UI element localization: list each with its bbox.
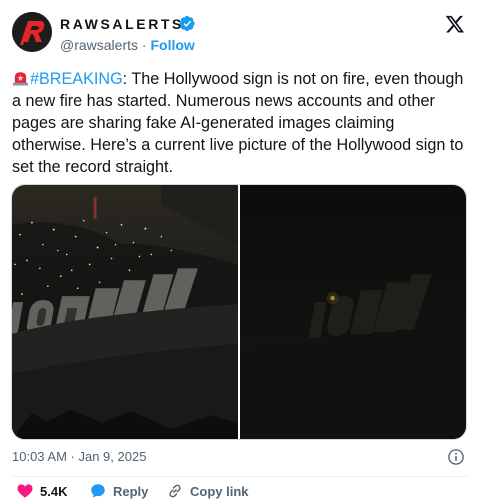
hollywood-sign-photo-fake[interactable] bbox=[12, 185, 238, 439]
verified-badge-icon bbox=[179, 15, 195, 32]
tweet-header: RAWSALERTS @rawsalerts · Follow bbox=[0, 0, 480, 70]
separator-dot: · bbox=[141, 37, 147, 53]
reply-label: Reply bbox=[113, 483, 149, 499]
rawsalerts-logo-icon bbox=[12, 12, 52, 52]
reply-button[interactable]: Reply bbox=[89, 482, 148, 500]
handle-row: @rawsalerts · Follow bbox=[60, 37, 195, 53]
timestamp[interactable]: 10:03 AM · Jan 9, 2025 bbox=[12, 449, 146, 464]
tweet-media bbox=[11, 184, 467, 440]
x-logo-icon[interactable] bbox=[445, 14, 465, 34]
follow-button[interactable]: Follow bbox=[150, 37, 194, 53]
hollywood-sign-photo-live[interactable] bbox=[240, 185, 466, 439]
siren-emoji-icon bbox=[12, 69, 29, 86]
breaking-hashtag[interactable]: #BREAKING bbox=[30, 70, 123, 88]
copy-link-button[interactable]: Copy link bbox=[166, 482, 249, 500]
divider bbox=[12, 476, 468, 477]
action-bar: 5.4K Reply Copy link bbox=[0, 480, 480, 501]
info-icon[interactable] bbox=[447, 448, 465, 466]
reply-bubble-icon bbox=[91, 484, 105, 498]
copy-link-label: Copy link bbox=[190, 483, 249, 499]
tweet-text: #BREAKING: The Hollywood sign is not on … bbox=[12, 68, 472, 178]
display-name[interactable]: RAWSALERTS bbox=[60, 16, 184, 32]
heart-icon bbox=[17, 484, 33, 498]
handle[interactable]: @rawsalerts bbox=[60, 37, 138, 53]
like-button[interactable]: 5.4K bbox=[16, 482, 67, 500]
like-count: 5.4K bbox=[40, 483, 68, 499]
link-icon bbox=[169, 484, 181, 498]
avatar[interactable] bbox=[12, 12, 52, 52]
